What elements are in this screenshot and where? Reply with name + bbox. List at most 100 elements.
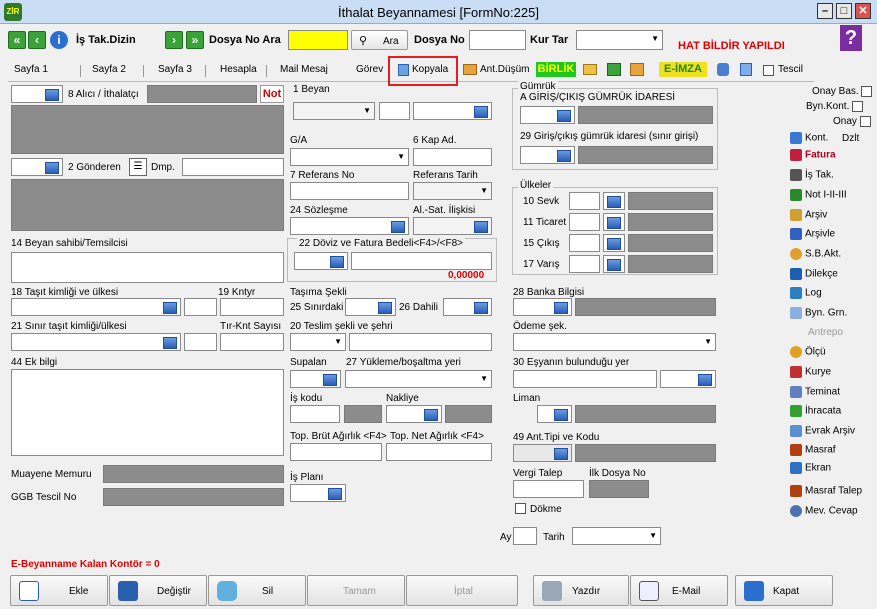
ticaret-picker[interactable]	[603, 213, 625, 231]
minimize-button[interactable]: –	[817, 3, 833, 19]
sinirdaki-picker[interactable]	[345, 298, 396, 316]
maximize-button[interactable]: □	[836, 3, 852, 19]
tab-sayfa-3[interactable]: Sayfa 3	[158, 64, 192, 80]
prev-record-button[interactable]: ‹	[28, 31, 46, 49]
esya-yer-input[interactable]	[513, 370, 657, 388]
supalan-picker[interactable]	[290, 370, 341, 388]
is-kodu-input[interactable]	[290, 405, 340, 423]
evrak-arsiv-item[interactable]: Evrak Arşiv	[790, 425, 855, 441]
dokme-checkbox[interactable]	[515, 503, 526, 514]
dosya-no-ara-input[interactable]	[288, 30, 348, 50]
ticaret-code-input[interactable]	[569, 213, 600, 231]
sbakt-item[interactable]: S.B.Akt.	[790, 248, 841, 264]
nakliye-picker[interactable]	[386, 405, 442, 423]
export-icon[interactable]	[630, 63, 644, 76]
dilekce-item[interactable]: Dilekçe	[790, 268, 838, 284]
byn-grn-item[interactable]: Byn. Grn.	[790, 307, 847, 323]
is-tak-item[interactable]: İş Tak.	[790, 169, 834, 185]
trk-sayisi-input[interactable]	[220, 333, 284, 351]
tab-sayfa-2[interactable]: Sayfa 2	[92, 64, 126, 80]
dosya-no-input[interactable]	[469, 30, 526, 50]
yukleme-select[interactable]	[345, 370, 492, 388]
gonderen-picker[interactable]	[11, 158, 63, 176]
beyan-picker[interactable]	[413, 102, 492, 120]
odeme-select[interactable]	[513, 333, 716, 351]
degistir-button[interactable]: Değiştir	[109, 575, 207, 606]
teslim-select[interactable]	[290, 333, 346, 351]
shield-icon[interactable]	[717, 63, 729, 76]
last-record-button[interactable]: »	[186, 31, 204, 49]
beyan-code-input[interactable]	[379, 102, 410, 120]
byn-kont-item[interactable]: Byn.Kont.	[806, 101, 864, 117]
sevk-code-input[interactable]	[569, 192, 600, 210]
giris-idaresi-picker[interactable]	[520, 106, 575, 124]
ekle-button[interactable]: Ekle	[10, 575, 108, 606]
close-button[interactable]: ✕	[855, 3, 871, 19]
tamam-button[interactable]: Tamam	[307, 575, 405, 606]
referans-tarih-select[interactable]	[413, 182, 492, 200]
birlik-button[interactable]: BİRLİK	[536, 62, 576, 77]
beyan-sahibi-input[interactable]	[11, 252, 284, 283]
tab-mail-mesaj[interactable]: Mail Mesaj	[280, 64, 328, 80]
first-record-button[interactable]: «	[8, 31, 26, 49]
ekran-item[interactable]: Ekran	[790, 462, 831, 478]
sil-button[interactable]: Sil	[208, 575, 306, 606]
email-button[interactable]: E-Mail	[630, 575, 728, 606]
log-item[interactable]: Log	[790, 287, 822, 303]
yazdir-button[interactable]: Yazdır	[533, 575, 629, 606]
info-icon[interactable]: i	[50, 31, 68, 49]
net-input[interactable]	[386, 443, 492, 461]
liman-picker[interactable]	[537, 405, 572, 423]
sevk-picker[interactable]	[603, 192, 625, 210]
teslim-sehri-input[interactable]	[349, 333, 492, 351]
beyan-select[interactable]	[293, 102, 375, 120]
doviz-input[interactable]	[351, 252, 492, 270]
tab-kopyala[interactable]: Kopyala	[412, 64, 448, 80]
kapat-button[interactable]: Kapat	[735, 575, 833, 606]
open-folder-icon[interactable]	[583, 64, 597, 75]
ga-select[interactable]	[290, 148, 409, 166]
vergi-talep-input[interactable]	[513, 480, 584, 498]
tarih-select[interactable]	[572, 527, 661, 545]
kntyr-input[interactable]	[220, 298, 284, 316]
varis-picker[interactable]	[603, 255, 625, 273]
fatura-item[interactable]: Fatura	[790, 149, 836, 165]
referans-no-input[interactable]	[290, 182, 409, 200]
ay-input[interactable]	[513, 527, 537, 545]
e-imza-button[interactable]: E-İMZA	[659, 62, 707, 77]
doviz-picker[interactable]	[294, 252, 348, 270]
tasit-ulke-input[interactable]	[184, 298, 217, 316]
olcu-item[interactable]: Ölçü	[790, 346, 826, 362]
help-button[interactable]: ?	[840, 25, 862, 51]
kurye-item[interactable]: Kurye	[790, 366, 831, 382]
tescil-checkbox[interactable]	[763, 65, 774, 76]
teminat-item[interactable]: Teminat	[790, 386, 840, 402]
onay-checkbox[interactable]	[859, 116, 871, 127]
next-record-button[interactable]: ›	[165, 31, 183, 49]
iptal-button[interactable]: İptal	[406, 575, 518, 606]
masraf-item[interactable]: Masraf	[790, 444, 836, 460]
onay-item[interactable]: Onay	[833, 116, 871, 132]
tab-gorev[interactable]: Görev	[356, 64, 383, 80]
dahili-picker[interactable]	[443, 298, 492, 316]
tasit-kimligi-picker[interactable]	[11, 298, 181, 316]
sinir-ulke-input[interactable]	[184, 333, 217, 351]
sozlesme-picker[interactable]	[290, 217, 409, 235]
kont-item[interactable]: Kont.	[790, 132, 828, 148]
al-sat-picker[interactable]	[413, 217, 492, 235]
kur-tar-select[interactable]	[576, 30, 663, 50]
varis-code-input[interactable]	[569, 255, 600, 273]
sinir-tasit-picker[interactable]	[11, 333, 181, 351]
upload-icon[interactable]	[607, 63, 621, 76]
arsivle-item[interactable]: Arşivle	[790, 228, 835, 244]
not-item[interactable]: Not I-II-III	[790, 189, 847, 205]
arsiv-item[interactable]: Arşiv	[790, 209, 827, 225]
ek-bilgi-input[interactable]	[11, 369, 284, 456]
document-icon[interactable]	[740, 63, 752, 76]
giris-sinir-picker[interactable]	[520, 146, 575, 164]
tab-ant-dusum[interactable]: Ant.Düşüm	[480, 64, 529, 80]
kap-ad-input[interactable]	[413, 148, 492, 166]
cikis-picker[interactable]	[603, 234, 625, 252]
masraf-talep-item[interactable]: Masraf Talep	[790, 485, 862, 501]
antrepo-item[interactable]: Antrepo	[808, 327, 843, 343]
